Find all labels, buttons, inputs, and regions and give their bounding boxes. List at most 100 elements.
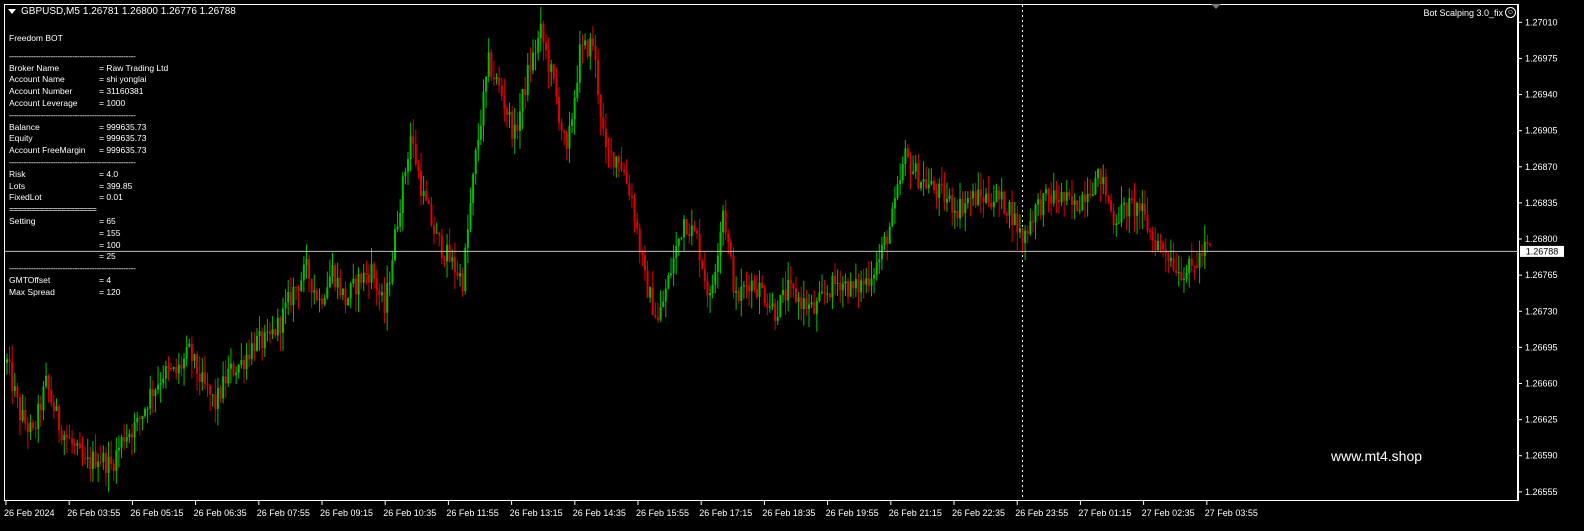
candle-body bbox=[193, 354, 196, 361]
expert-advisor-name: Bot Scalping 3.0_fix bbox=[1423, 7, 1503, 18]
candle-body bbox=[216, 387, 219, 409]
candle-body bbox=[599, 94, 602, 118]
candle-body bbox=[604, 128, 607, 148]
candle-body bbox=[448, 244, 451, 262]
info-key: Account Name bbox=[9, 74, 65, 85]
watermark-text: www.mt4.shop bbox=[1331, 448, 1423, 464]
candle-body bbox=[1169, 257, 1172, 261]
candle-body bbox=[472, 174, 475, 203]
candle-body bbox=[1094, 177, 1097, 195]
candle-body bbox=[1070, 196, 1073, 205]
candle-body bbox=[714, 271, 717, 285]
candle-body bbox=[128, 433, 131, 438]
chart-window[interactable]: 1.27010 1.26975 1.26940 1.26905 1.26870 1.268… bbox=[0, 0, 1584, 531]
info-value: = 25 bbox=[99, 251, 116, 262]
candle-body bbox=[742, 285, 745, 287]
candle-body bbox=[932, 180, 935, 191]
candle-body bbox=[1177, 271, 1180, 273]
candle-body bbox=[865, 278, 868, 285]
candle-body bbox=[365, 272, 368, 275]
info-key: FixedLot bbox=[9, 192, 42, 203]
candle-body bbox=[1091, 194, 1094, 196]
candle-body bbox=[8, 359, 11, 362]
candle-body bbox=[524, 89, 527, 95]
candle-body bbox=[943, 185, 946, 203]
candle-body bbox=[737, 291, 740, 301]
candle-body bbox=[716, 255, 719, 272]
candle-body bbox=[219, 387, 222, 399]
candle-body bbox=[388, 282, 391, 284]
candle-body bbox=[1099, 169, 1102, 185]
candle-body bbox=[352, 278, 355, 284]
candle-body bbox=[1055, 190, 1058, 200]
candle-body bbox=[909, 156, 912, 174]
panel-separator: ----------------------------------------… bbox=[9, 156, 136, 167]
candle-body bbox=[641, 252, 644, 256]
candle-body bbox=[1120, 204, 1123, 223]
candle-body bbox=[89, 457, 92, 469]
candle-body bbox=[654, 315, 657, 318]
candle-body bbox=[953, 210, 956, 213]
expert-advisor-label[interactable]: Bot Scalping 3.0_fix ☺ bbox=[1423, 7, 1516, 18]
candle-body bbox=[620, 162, 623, 170]
candle-body bbox=[26, 423, 29, 432]
time-axis[interactable]: 26 Feb 2024 26 Feb 03:55 26 Feb 05:15 26 Fe… bbox=[4, 500, 1258, 518]
candle-body bbox=[453, 257, 456, 273]
candle-body bbox=[222, 376, 225, 399]
price-tick-label: 1.26870 bbox=[1525, 162, 1558, 172]
candle-body bbox=[711, 284, 714, 294]
candle-body bbox=[1190, 258, 1193, 266]
candle-body bbox=[977, 189, 980, 206]
info-row: Balance = 999635.73 bbox=[9, 122, 168, 134]
candle-body bbox=[1000, 191, 1003, 200]
price-tick-label: 1.26905 bbox=[1525, 126, 1558, 136]
info-value: = 120 bbox=[99, 286, 121, 297]
candle-body bbox=[1138, 202, 1141, 211]
candle-body bbox=[1198, 253, 1201, 268]
candle-body bbox=[334, 265, 337, 288]
candle-body bbox=[242, 360, 245, 370]
candle-body bbox=[1209, 243, 1211, 245]
price-tick-label: 1.26660 bbox=[1525, 378, 1558, 388]
candle-body bbox=[1195, 266, 1198, 268]
candle-body bbox=[930, 180, 933, 185]
candle-body bbox=[1156, 241, 1159, 250]
info-value: = 4 bbox=[99, 274, 112, 285]
candle-body bbox=[664, 288, 667, 302]
candle-body bbox=[693, 225, 696, 231]
price-axis[interactable]: 1.27010 1.26975 1.26940 1.26905 1.26870 1.268… bbox=[1518, 17, 1558, 497]
candle-body bbox=[321, 298, 324, 305]
candle-body bbox=[813, 302, 816, 314]
candle-body bbox=[464, 247, 467, 292]
candle-body bbox=[1162, 242, 1165, 250]
candle-body bbox=[117, 447, 120, 451]
candle-body bbox=[688, 233, 691, 237]
info-row: Max Spread = 120 bbox=[9, 287, 168, 299]
candle-body bbox=[849, 281, 852, 297]
candle-body bbox=[313, 290, 316, 293]
candle-body bbox=[19, 397, 22, 421]
candle-body bbox=[240, 360, 243, 366]
candle-body bbox=[1115, 223, 1118, 225]
price-tick-label: 1.26765 bbox=[1525, 270, 1558, 280]
candle-body bbox=[386, 283, 389, 313]
candle-body bbox=[1141, 203, 1144, 211]
candle-body bbox=[1089, 193, 1092, 196]
candle-body bbox=[60, 430, 63, 441]
candle-body bbox=[427, 200, 430, 205]
info-key: Equity bbox=[9, 133, 33, 144]
symbol-header[interactable]: GBPUSD,M5 1.26781 1.26800 1.26776 1.2678… bbox=[8, 6, 236, 17]
info-key: Balance bbox=[9, 121, 40, 132]
chart-shift-marker-icon[interactable] bbox=[1211, 4, 1221, 9]
candle-body bbox=[912, 171, 915, 174]
candle-body bbox=[766, 303, 769, 308]
candle-body bbox=[979, 189, 982, 197]
candle-body bbox=[1203, 241, 1206, 256]
candle-body bbox=[727, 233, 730, 242]
candle-body bbox=[972, 191, 975, 199]
dropdown-triangle-icon[interactable] bbox=[8, 9, 16, 14]
symbol-quote: 1.26781 1.26800 1.26776 1.26788 bbox=[82, 6, 236, 17]
candle-body bbox=[485, 76, 488, 92]
candle-body bbox=[1031, 221, 1034, 223]
candle-body bbox=[938, 183, 941, 198]
